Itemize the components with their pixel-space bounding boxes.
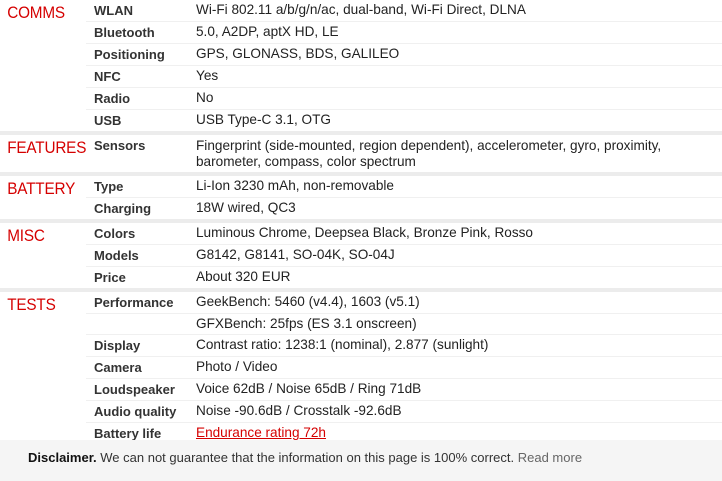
spec-value: 18W wired, QC3 [196, 200, 296, 215]
section-battery: BATTERY Type Li-Ion 3230 mAh, non-remova… [0, 172, 722, 219]
spec-label [86, 314, 196, 334]
spec-label: Models [94, 248, 139, 263]
spec-label: Audio quality [94, 404, 177, 419]
section-features: FEATURES Sensors Fingerprint (side-mount… [0, 131, 722, 172]
spec-row-performance: Performance GeekBench: 5460 (v4.4), 1603… [86, 292, 722, 313]
spec-row-positioning: Positioning GPS, GLONASS, BDS, GALILEO [86, 43, 722, 65]
spec-value: GFXBench: 25fps (ES 3.1 onscreen) [196, 316, 417, 331]
section-rows-comms: WLAN Wi-Fi 802.11 a/b/g/n/ac, dual-band,… [86, 0, 722, 131]
read-more-link[interactable]: Read more [518, 450, 582, 465]
spec-row-camera: Camera Photo / Video [86, 356, 722, 378]
specs-table: COMMS WLAN Wi-Fi 802.11 a/b/g/n/ac, dual… [0, 0, 722, 444]
spec-value: Yes [196, 68, 219, 83]
spec-label: Radio [94, 91, 131, 106]
spec-row-nfc: NFC Yes [86, 65, 722, 87]
section-title-features: FEATURES [7, 138, 87, 157]
spec-label: Sensors [94, 138, 146, 153]
spec-row-sensors: Sensors Fingerprint (side-mounted, regio… [86, 135, 722, 172]
spec-row-performance-gfx: GFXBench: 25fps (ES 3.1 onscreen) [86, 313, 722, 334]
spec-value: No [196, 90, 214, 105]
spec-value: G8142, G8141, SO-04K, SO-04J [196, 247, 395, 262]
spec-row-bluetooth: Bluetooth 5.0, A2DP, aptX HD, LE [86, 21, 722, 43]
spec-row-price: Price About 320 EUR [86, 266, 722, 288]
spec-label: Charging [94, 201, 152, 216]
spec-value: Luminous Chrome, Deepsea Black, Bronze P… [196, 225, 533, 240]
spec-label: Positioning [94, 47, 165, 62]
spec-value: Contrast ratio: 1238:1 (nominal), 2.877 … [196, 337, 489, 352]
spec-value: Fingerprint (side-mounted, region depend… [196, 138, 662, 169]
disclaimer-heading: Disclaimer. [28, 450, 97, 465]
section-rows-battery: Type Li-Ion 3230 mAh, non-removable Char… [86, 176, 722, 219]
spec-value: Voice 62dB / Noise 65dB / Ring 71dB [196, 381, 422, 396]
spec-label: Camera [94, 360, 142, 375]
spec-value: About 320 EUR [196, 269, 291, 284]
spec-row-loudspeaker: Loudspeaker Voice 62dB / Noise 65dB / Ri… [86, 378, 722, 400]
section-title-misc: MISC [7, 226, 45, 245]
section-misc: MISC Colors Luminous Chrome, Deepsea Bla… [0, 219, 722, 288]
spec-value: Photo / Video [196, 359, 278, 374]
spec-value: Noise -90.6dB / Crosstalk -92.6dB [196, 403, 402, 418]
spec-row-wlan: WLAN Wi-Fi 802.11 a/b/g/n/ac, dual-band,… [86, 0, 722, 21]
section-title-comms: COMMS [7, 3, 65, 22]
spec-label: Display [94, 338, 141, 353]
spec-row-usb: USB USB Type-C 3.1, OTG [86, 109, 722, 131]
section-title-battery: BATTERY [7, 179, 76, 198]
endurance-rating-link[interactable]: Endurance rating 72h [196, 425, 326, 440]
spec-label: Type [94, 179, 124, 194]
disclaimer: Disclaimer. We can not guarantee that th… [0, 440, 722, 481]
spec-label: Colors [94, 226, 136, 241]
spec-label: Loudspeaker [94, 382, 175, 397]
spec-row-colors: Colors Luminous Chrome, Deepsea Black, B… [86, 223, 722, 244]
section-title-tests: TESTS [7, 295, 56, 314]
spec-label: Price [94, 270, 126, 285]
spec-label: USB [94, 113, 122, 128]
spec-value: GeekBench: 5460 (v4.4), 1603 (v5.1) [196, 294, 420, 309]
spec-row-audio-quality: Audio quality Noise -90.6dB / Crosstalk … [86, 400, 722, 422]
spec-row-display: Display Contrast ratio: 1238:1 (nominal)… [86, 334, 722, 356]
spec-label: WLAN [94, 3, 133, 18]
spec-row-type: Type Li-Ion 3230 mAh, non-removable [86, 176, 722, 197]
spec-label: NFC [94, 69, 121, 84]
spec-value: Li-Ion 3230 mAh, non-removable [196, 178, 394, 193]
spec-row-radio: Radio No [86, 87, 722, 109]
spec-value: Wi-Fi 802.11 a/b/g/n/ac, dual-band, Wi-F… [196, 2, 526, 17]
spec-label: Performance [94, 295, 174, 310]
section-rows-tests: Performance GeekBench: 5460 (v4.4), 1603… [86, 292, 722, 444]
spec-value: 5.0, A2DP, aptX HD, LE [196, 24, 339, 39]
section-rows-features: Sensors Fingerprint (side-mounted, regio… [86, 135, 722, 172]
spec-row-charging: Charging 18W wired, QC3 [86, 197, 722, 219]
section-comms: COMMS WLAN Wi-Fi 802.11 a/b/g/n/ac, dual… [0, 0, 722, 131]
section-rows-misc: Colors Luminous Chrome, Deepsea Black, B… [86, 223, 722, 288]
section-tests: TESTS Performance GeekBench: 5460 (v4.4)… [0, 288, 722, 444]
spec-value: GPS, GLONASS, BDS, GALILEO [196, 46, 400, 61]
spec-row-models: Models G8142, G8141, SO-04K, SO-04J [86, 244, 722, 266]
disclaimer-text: We can not guarantee that the informatio… [96, 450, 518, 465]
spec-value: USB Type-C 3.1, OTG [196, 112, 331, 127]
spec-label: Bluetooth [94, 25, 155, 40]
